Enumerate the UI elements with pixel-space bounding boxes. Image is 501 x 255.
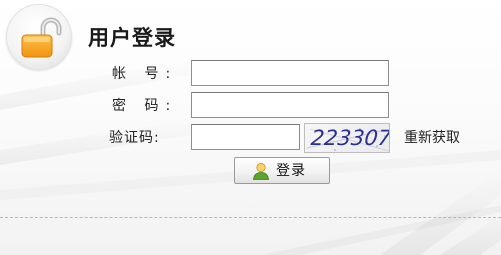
account-label: 帐 号: <box>112 66 178 82</box>
lock-open-icon <box>21 17 62 58</box>
page-title: 用户登录 <box>88 26 176 50</box>
captcha-label: 验证码: <box>109 130 160 146</box>
divider <box>0 217 501 218</box>
login-button-label: 登录 <box>276 162 306 178</box>
refresh-captcha-link[interactable]: 重新获取 <box>404 126 460 150</box>
lock-badge <box>6 4 72 70</box>
account-input[interactable] <box>191 60 389 86</box>
captcha-input[interactable] <box>191 124 300 150</box>
login-button[interactable]: 登录 <box>234 157 330 184</box>
captcha-code: 223307 <box>309 126 390 150</box>
user-icon <box>253 162 269 180</box>
captcha-image[interactable]: 223307 <box>304 123 390 153</box>
password-label: 密 码: <box>112 98 178 114</box>
password-input[interactable] <box>191 92 389 118</box>
